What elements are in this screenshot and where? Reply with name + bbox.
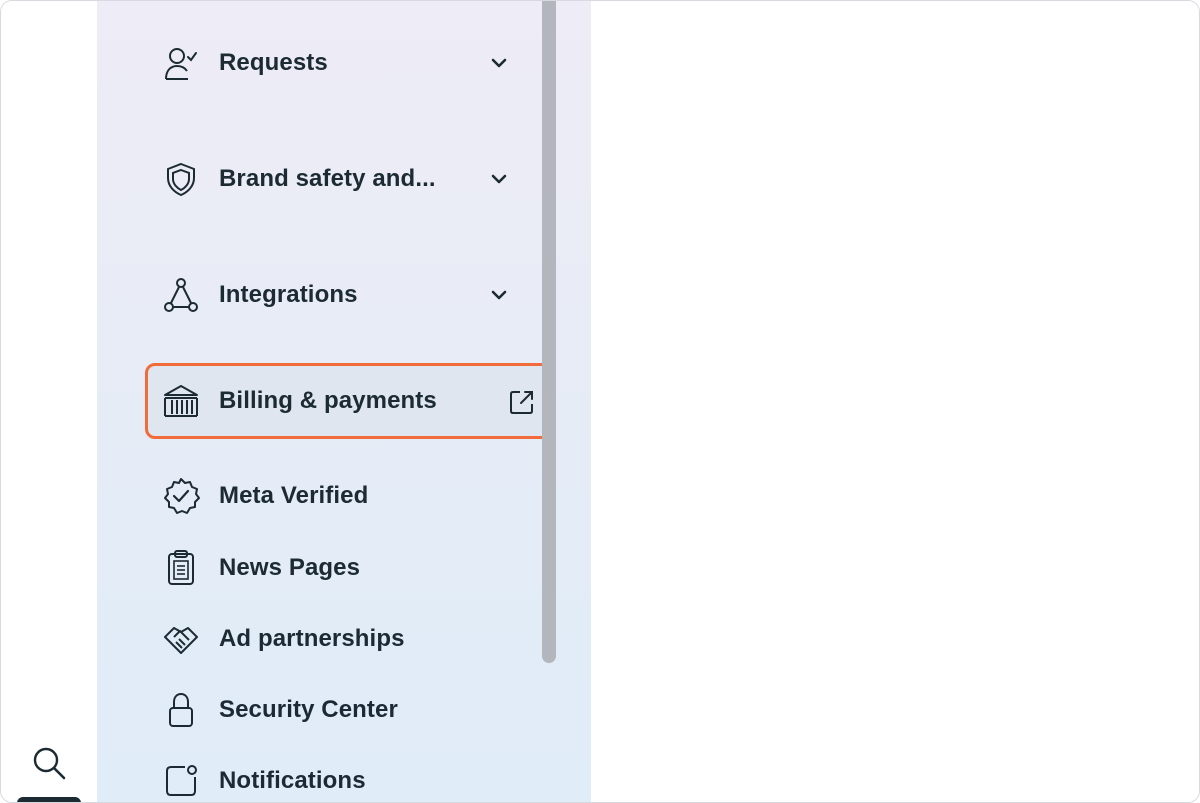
chevron-down-icon[interactable] <box>487 283 511 307</box>
external-link-icon[interactable] <box>509 389 535 415</box>
sidebar-item-ad-partnerships[interactable]: Ad partnerships <box>164 619 535 659</box>
chevron-down-icon[interactable] <box>487 51 511 75</box>
person-check-icon <box>161 43 201 83</box>
sidebar-item-label: News Pages <box>219 554 361 581</box>
sidebar-item-label: Requests <box>219 49 328 76</box>
sidebar-item-label: Brand safety and... <box>219 165 436 192</box>
sidebar-item-label: Integrations <box>219 281 358 308</box>
clipboard-icon <box>161 548 201 588</box>
main-content <box>591 1 1199 802</box>
shield-icon <box>161 159 201 199</box>
verified-badge-icon <box>161 476 201 516</box>
sidebar-item-security-center[interactable]: Security Center <box>165 690 535 730</box>
sidebar-item-news-pages[interactable]: News Pages <box>165 548 535 588</box>
search-icon <box>33 747 66 780</box>
left-rail <box>1 1 97 802</box>
sidebar-item-meta-verified[interactable]: Meta Verified <box>164 476 535 516</box>
sidebar-item-billing-payments[interactable]: Billing & payments <box>164 381 535 421</box>
bank-icon <box>161 381 201 421</box>
sidebar-item-brand-safety[interactable]: Brand safety and... <box>165 159 535 199</box>
network-icon <box>161 275 201 315</box>
sidebar-item-requests[interactable]: Requests <box>165 43 535 83</box>
notification-square-icon <box>161 761 201 801</box>
sidebar-item-label: Ad partnerships <box>219 625 405 652</box>
handshake-icon <box>161 619 201 659</box>
sidebar-item-label: Meta Verified <box>219 482 369 509</box>
app-window: Requests Brand safety and... Integration… <box>0 0 1200 803</box>
chevron-down-icon[interactable] <box>487 167 511 191</box>
sidebar-item-label: Billing & payments <box>219 387 437 414</box>
lock-icon <box>161 690 201 730</box>
sidebar-item-notifications[interactable]: Notifications <box>165 761 535 801</box>
sidebar-scrollbar[interactable] <box>542 1 556 663</box>
rail-bottom-tab[interactable] <box>17 797 81 802</box>
sidebar-item-integrations[interactable]: Integrations <box>164 275 535 315</box>
sidebar-item-label: Notifications <box>219 767 366 794</box>
search-button[interactable] <box>29 743 69 783</box>
sidebar-item-label: Security Center <box>219 696 398 723</box>
